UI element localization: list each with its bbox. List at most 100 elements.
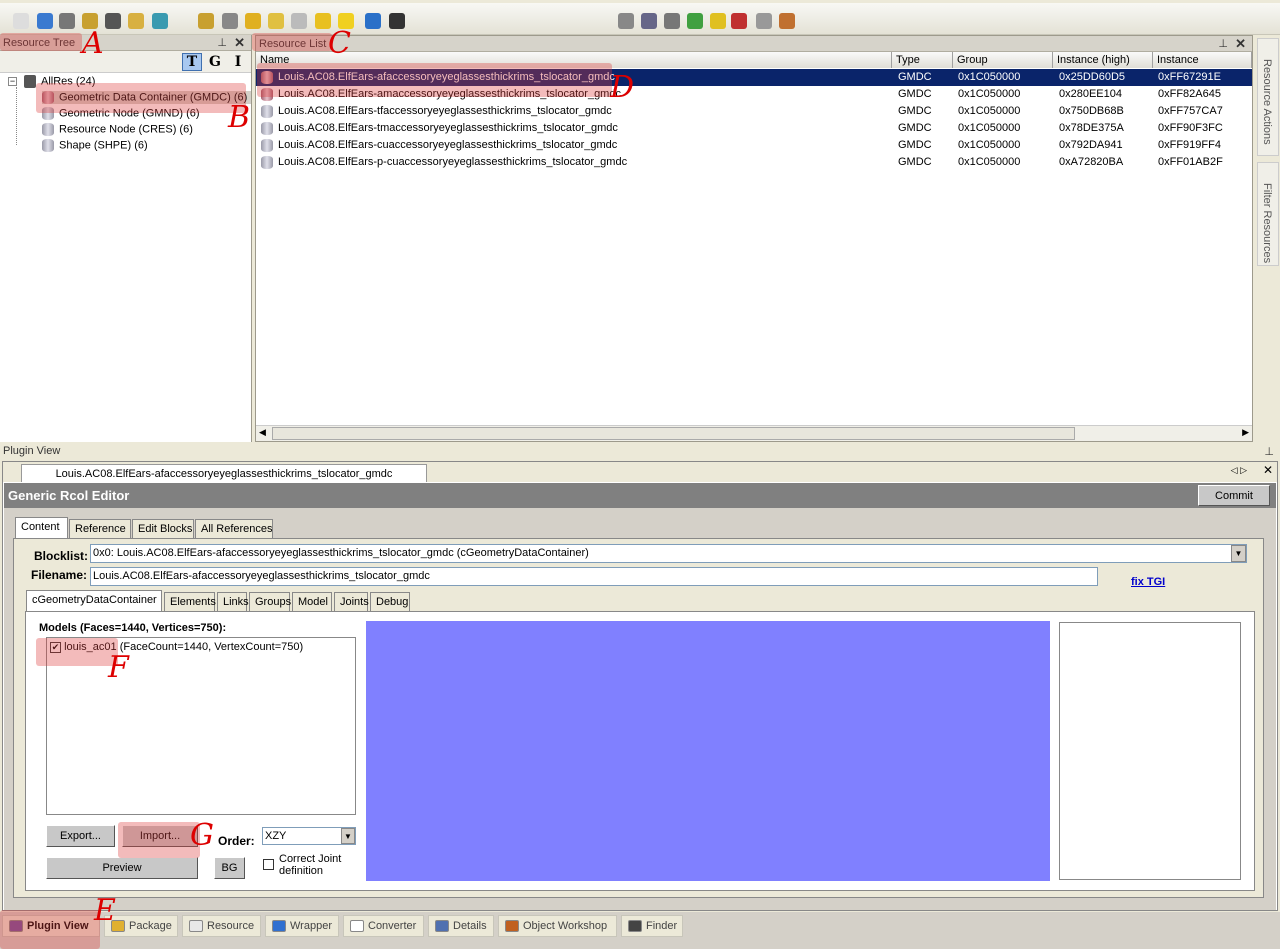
folder-open-icon[interactable] — [198, 13, 214, 29]
database-icon — [261, 139, 273, 152]
save-package-icon[interactable] — [222, 13, 238, 29]
inner-tab-debug[interactable]: Debug — [370, 592, 410, 611]
inner-tab-model[interactable]: Model — [292, 592, 332, 611]
preview-button[interactable]: Preview — [46, 857, 198, 879]
close-icon[interactable] — [105, 13, 121, 29]
close-icon[interactable]: ✕ — [234, 35, 245, 51]
inner-tab-links[interactable]: Links — [217, 592, 249, 611]
tab-edit-blocks[interactable]: Edit Blocks — [132, 519, 194, 538]
table-row[interactable]: Louis.AC08.ElfEars-tmaccessoryeyeglasses… — [256, 120, 1252, 137]
package-icon[interactable] — [618, 13, 634, 29]
annotation-g: G — [190, 818, 214, 853]
bottom-tab-finder[interactable]: Finder — [621, 915, 683, 937]
tools-icon[interactable] — [756, 13, 772, 29]
column-group[interactable]: Group — [953, 52, 1053, 68]
annotation-a: A — [82, 26, 104, 61]
chevron-down-icon[interactable]: ▼ — [341, 828, 355, 844]
table-row[interactable]: Louis.AC08.ElfEars-tfaccessoryeyeglasses… — [256, 103, 1252, 120]
cell-instance-high: 0x750DB68B — [1059, 105, 1124, 117]
bg-button[interactable]: BG — [214, 857, 245, 879]
correct-joint-checkbox[interactable] — [263, 859, 274, 870]
column-instance-high[interactable]: Instance (high) — [1053, 52, 1153, 68]
export-button[interactable]: Export... — [46, 825, 115, 847]
fix-tgi-link[interactable]: fix TGI — [1131, 576, 1165, 588]
pin-icon[interactable]: ⊥ — [1264, 445, 1274, 458]
bottom-tab-label: Details — [453, 920, 487, 932]
collapse-icon[interactable]: − — [8, 77, 17, 86]
scrollbar-thumb[interactable] — [272, 427, 1075, 440]
side-tab-filter-resources[interactable]: Filter Resources — [1257, 162, 1279, 266]
cell-instance-high: 0x280EE104 — [1059, 88, 1122, 100]
bottom-tab-object-workshop[interactable]: Object Workshop — [498, 915, 617, 937]
commit-button[interactable]: Commit — [1198, 485, 1270, 506]
refresh-icon[interactable] — [365, 13, 381, 29]
inner-tab-groups[interactable]: Groups — [249, 592, 291, 611]
cell-instance: 0xFF01AB2F — [1158, 156, 1223, 168]
annotation-d: D — [610, 70, 635, 105]
table-row[interactable]: Louis.AC08.ElfEars-p-cuaccessoryeyeglass… — [256, 154, 1252, 171]
cell-instance: 0xFF90F3FC — [1158, 122, 1223, 134]
bottom-tab-resource[interactable]: Resource — [182, 915, 261, 937]
inner-tab-joints[interactable]: Joints — [334, 592, 369, 611]
recycle-icon[interactable] — [687, 13, 703, 29]
sim-icon[interactable] — [389, 13, 405, 29]
bottom-tab-label: Package — [129, 920, 172, 932]
bottom-tab-converter[interactable]: Converter — [343, 915, 424, 937]
comment-icon[interactable] — [291, 13, 307, 29]
tab-prev-icon[interactable]: ◁ ▷ — [1231, 465, 1247, 476]
column-instance[interactable]: Instance — [1153, 52, 1252, 68]
toolbar — [0, 3, 1280, 35]
scroll-left-icon[interactable]: ◀ — [259, 427, 266, 438]
preview-viewport[interactable] — [366, 621, 1050, 881]
zoom-icon[interactable] — [641, 13, 657, 29]
tree-line — [16, 87, 17, 145]
close-icon[interactable]: ✕ — [1263, 463, 1273, 477]
pin-icon[interactable]: ⊥ — [1218, 37, 1228, 50]
models-label: Models (Faces=1440, Vertices=750): — [39, 622, 227, 634]
close-icon[interactable]: ✕ — [1235, 36, 1246, 52]
tab-all-references[interactable]: All References — [195, 519, 273, 538]
blocklist-select[interactable]: 0x0: Louis.AC08.ElfEars-afaccessoryeyegl… — [90, 544, 1247, 563]
resource-icon — [189, 920, 203, 933]
filename-input[interactable]: Louis.AC08.ElfEars-afaccessoryeyeglasses… — [90, 567, 1098, 586]
cell-name: Louis.AC08.ElfEars-tmaccessoryeyeglasses… — [278, 122, 618, 134]
order-select[interactable]: XZY ▼ — [262, 827, 356, 845]
delete-resource-icon[interactable] — [268, 13, 284, 29]
mode-i-button[interactable]: I — [230, 54, 246, 70]
tree-item-shpe[interactable]: Shape (SHPE) (6) — [42, 139, 148, 152]
table-row[interactable]: Louis.AC08.ElfEars-cuaccessoryeyeglasses… — [256, 137, 1252, 154]
mode-g-button[interactable]: G — [207, 54, 223, 70]
editor-title-bar: Generic Rcol Editor Commit — [4, 483, 1276, 508]
bottom-tab-label: Converter — [368, 920, 417, 932]
resource-icon[interactable] — [245, 13, 261, 29]
tab-content[interactable]: Content — [15, 517, 68, 538]
cell-type: GMDC — [898, 122, 932, 134]
open-icon[interactable] — [37, 13, 53, 29]
tab-reference[interactable]: Reference — [69, 519, 131, 538]
pin-icon[interactable]: ⊥ — [217, 36, 227, 49]
mode-t-button[interactable]: T — [182, 53, 202, 71]
doc-tab[interactable]: Louis.AC08.ElfEars-afaccessoryeyeglasses… — [21, 464, 427, 482]
side-preview-box — [1059, 622, 1241, 880]
users-icon[interactable] — [128, 13, 144, 29]
tree-item-cres[interactable]: Resource Node (CRES) (6) — [42, 123, 193, 136]
camera-icon[interactable] — [664, 13, 680, 29]
save-icon[interactable] — [59, 13, 75, 29]
scroll-right-icon[interactable]: ▶ — [1242, 427, 1249, 438]
chevron-down-icon[interactable]: ▼ — [1231, 545, 1246, 562]
bookmark-icon[interactable] — [731, 13, 747, 29]
column-type[interactable]: Type — [892, 52, 953, 68]
finder-icon — [628, 920, 642, 933]
cube-icon — [24, 75, 36, 88]
side-tab-resource-actions[interactable]: Resource Actions — [1257, 38, 1279, 156]
bottom-tab-wrapper[interactable]: Wrapper — [265, 915, 339, 937]
cell-instance: 0xFF919FF4 — [1158, 139, 1221, 151]
bottom-tab-details[interactable]: Details — [428, 915, 494, 937]
horizontal-scrollbar[interactable]: ◀ ▶ — [256, 425, 1252, 441]
export-icon[interactable] — [779, 13, 795, 29]
star-icon[interactable] — [710, 13, 726, 29]
inner-tab-cgeometrydatacontainer[interactable]: cGeometryDataContainer — [26, 590, 162, 611]
inner-tab-elements[interactable]: Elements — [164, 592, 216, 611]
search-remove-icon[interactable] — [152, 13, 168, 29]
new-icon[interactable] — [13, 13, 29, 29]
